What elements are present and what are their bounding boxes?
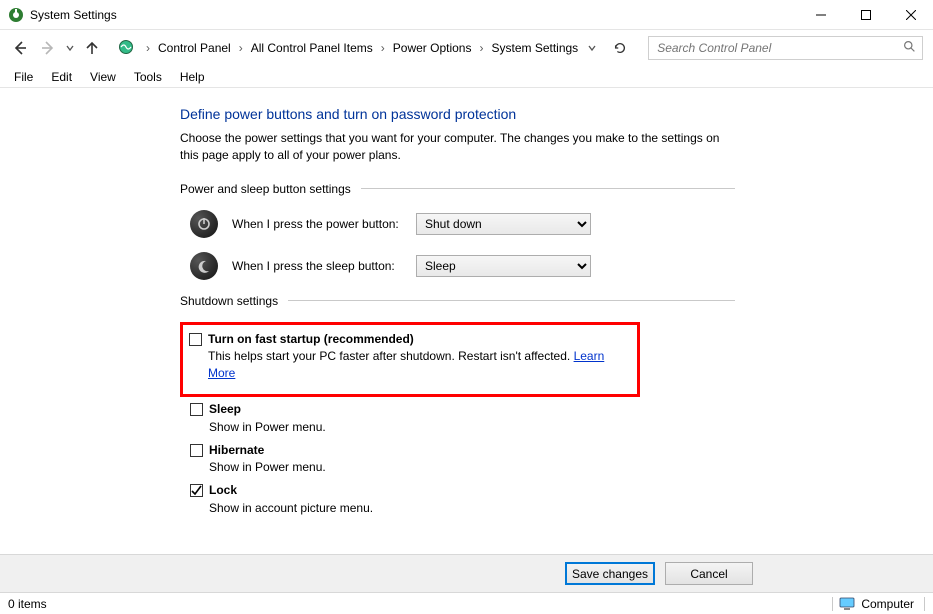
breadcrumb-seg-system-settings[interactable]: System Settings (487, 39, 582, 57)
sleep-button-label: When I press the sleep button: (232, 259, 402, 273)
fast-startup-checkbox[interactable] (189, 333, 202, 346)
breadcrumb[interactable]: › Control Panel › All Control Panel Item… (140, 39, 582, 57)
power-icon (190, 210, 218, 238)
fast-startup-desc: This helps start your PC faster after sh… (208, 349, 574, 363)
window-controls (798, 0, 933, 29)
section-power-sleep: Power and sleep button settings (180, 182, 735, 196)
divider (361, 188, 735, 189)
lock-checkbox[interactable] (190, 484, 203, 497)
statusbar: 0 items Computer (0, 592, 933, 614)
computer-icon (839, 597, 855, 611)
recent-locations-dropdown[interactable] (64, 41, 76, 55)
maximize-button[interactable] (843, 0, 888, 29)
status-right: Computer (861, 597, 914, 611)
navbar: › Control Panel › All Control Panel Item… (0, 30, 933, 66)
close-button[interactable] (888, 0, 933, 29)
cancel-button[interactable]: Cancel (665, 562, 753, 585)
sleep-icon (190, 252, 218, 280)
page-heading: Define power buttons and turn on passwor… (180, 106, 933, 122)
divider (288, 300, 735, 301)
menu-help[interactable]: Help (172, 68, 213, 86)
hibernate-option-desc: Show in Power menu. (209, 459, 326, 476)
power-button-select[interactable]: Shut down (416, 213, 591, 235)
sleep-button-select[interactable]: Sleep (416, 255, 591, 277)
menubar: File Edit View Tools Help (0, 66, 933, 88)
lock-option-title: Lock (209, 483, 237, 497)
sleep-button-row: When I press the sleep button: Sleep (190, 252, 933, 280)
titlebar: System Settings (0, 0, 933, 30)
chevron-right-icon: › (144, 41, 152, 55)
window-title: System Settings (30, 8, 117, 22)
menu-tools[interactable]: Tools (126, 68, 170, 86)
up-button[interactable] (80, 36, 104, 60)
save-changes-button[interactable]: Save changes (565, 562, 655, 585)
divider (832, 597, 833, 611)
section-label: Power and sleep button settings (180, 182, 351, 196)
status-left: 0 items (8, 597, 828, 611)
breadcrumb-seg-power-options[interactable]: Power Options (389, 39, 476, 57)
minimize-button[interactable] (798, 0, 843, 29)
power-button-row: When I press the power button: Shut down (190, 210, 933, 238)
back-button[interactable] (8, 36, 32, 60)
page-subtext: Choose the power settings that you want … (180, 130, 740, 164)
app-icon (8, 7, 24, 23)
chevron-right-icon: › (477, 41, 485, 55)
breadcrumb-seg-all-items[interactable]: All Control Panel Items (247, 39, 377, 57)
sleep-option-title: Sleep (209, 402, 241, 416)
chevron-right-icon: › (379, 41, 387, 55)
power-button-label: When I press the power button: (232, 217, 402, 231)
search-icon[interactable] (903, 40, 916, 56)
menu-file[interactable]: File (6, 68, 41, 86)
content-area: Define power buttons and turn on passwor… (0, 88, 933, 554)
refresh-button[interactable] (608, 36, 632, 60)
search-box[interactable] (648, 36, 923, 60)
section-label: Shutdown settings (180, 294, 278, 308)
hibernate-option-title: Hibernate (209, 443, 264, 457)
lock-option-desc: Show in account picture menu. (209, 500, 373, 517)
menu-view[interactable]: View (82, 68, 124, 86)
menu-edit[interactable]: Edit (43, 68, 80, 86)
fast-startup-title: Turn on fast startup (recommended) (208, 332, 414, 346)
hibernate-checkbox[interactable] (190, 444, 203, 457)
sleep-option-desc: Show in Power menu. (209, 419, 326, 436)
divider (924, 597, 925, 611)
control-panel-icon (118, 39, 134, 58)
forward-button[interactable] (36, 36, 60, 60)
address-dropdown[interactable] (586, 41, 598, 55)
search-input[interactable] (655, 40, 903, 56)
breadcrumb-seg-control-panel[interactable]: Control Panel (154, 39, 235, 57)
chevron-right-icon: › (237, 41, 245, 55)
sleep-checkbox[interactable] (190, 403, 203, 416)
section-shutdown: Shutdown settings (180, 294, 735, 308)
fast-startup-highlight: Turn on fast startup (recommended) This … (180, 322, 640, 397)
button-bar: Save changes Cancel (0, 554, 933, 592)
